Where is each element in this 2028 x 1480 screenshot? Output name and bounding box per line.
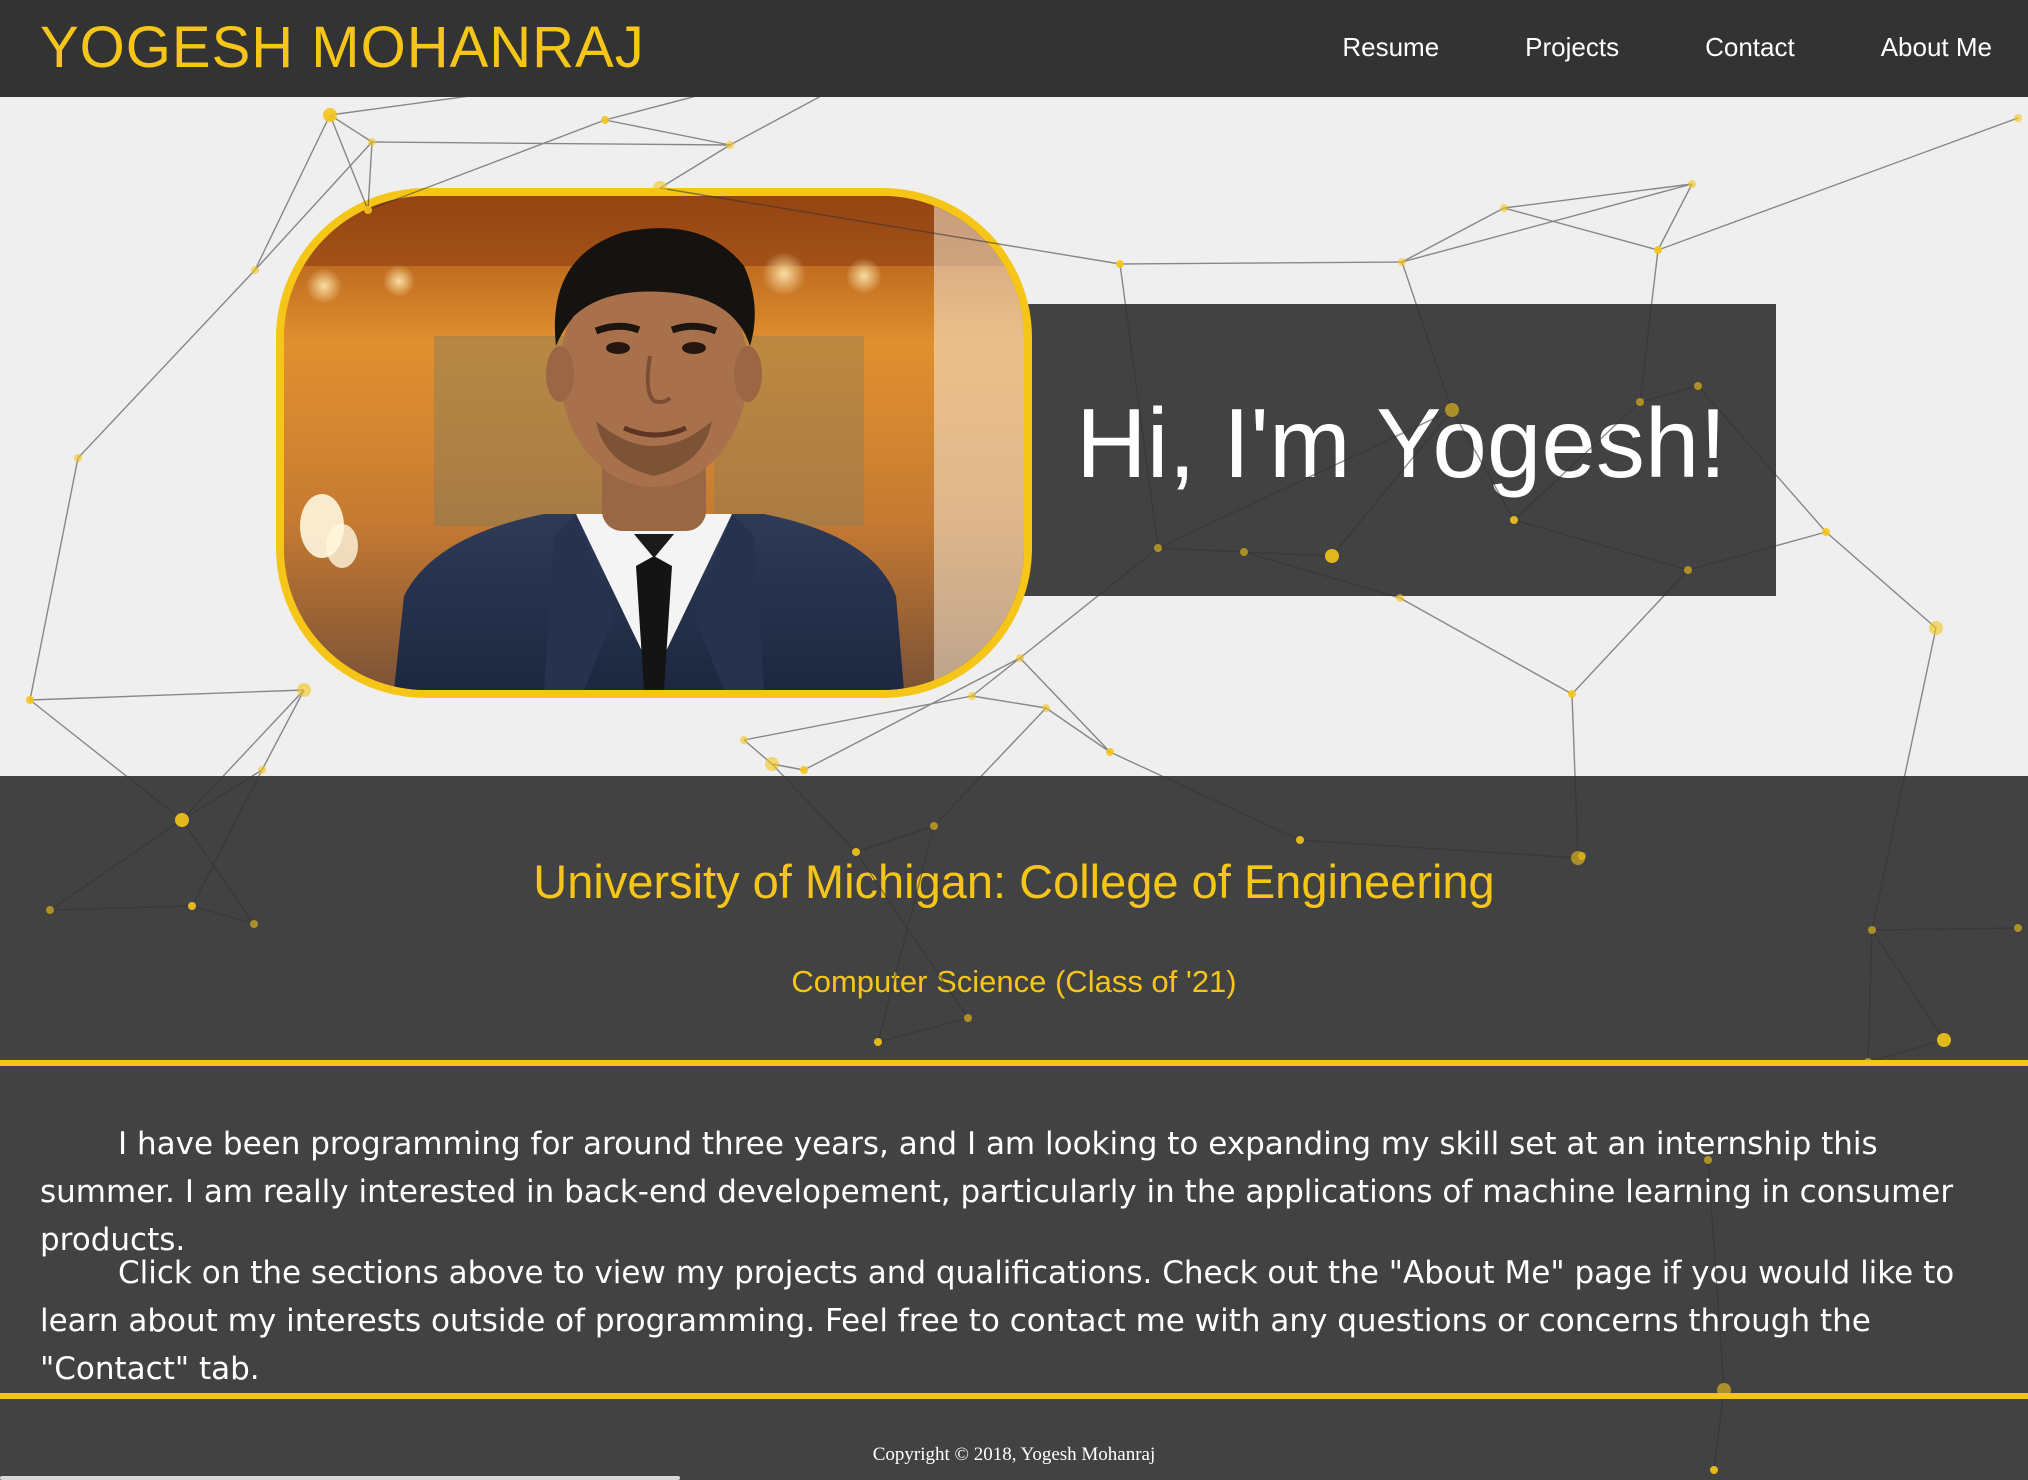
nav-link-resume[interactable]: Resume [1342, 30, 1439, 64]
bio-paragraph: I have been programming for around three… [40, 1126, 1954, 1258]
greeting-box: Hi, I'm Yogesh! [1000, 304, 1776, 596]
page: YOGESH MOHANRAJ Resume Projects Contact … [0, 0, 2028, 1480]
nav-link-contact[interactable]: Contact [1705, 30, 1795, 64]
divider-bottom [0, 1393, 2028, 1399]
greeting-heading: Hi, I'm Yogesh! [1076, 388, 1727, 498]
footer: Copyright © 2018, Yogesh Mohanraj [0, 1399, 2028, 1480]
school-name: University of Michigan: College of Engin… [533, 855, 1495, 908]
nav-links: Resume Projects Contact About Me [1256, 30, 1992, 64]
divider-top [0, 1060, 2028, 1066]
nav-link-about-me[interactable]: About Me [1881, 30, 1992, 64]
bio-section: I have been programming for around three… [0, 1066, 2028, 1393]
hero-section: Hi, I'm Yogesh! [0, 97, 2028, 776]
bio-paragraph: Click on the sections above to view my p… [40, 1255, 1955, 1387]
education-section: University of Michigan: College of Engin… [0, 776, 2028, 1060]
nav-link-projects[interactable]: Projects [1525, 30, 1619, 64]
horizontal-scrollbar[interactable] [0, 1476, 680, 1480]
navbar: YOGESH MOHANRAJ Resume Projects Contact … [0, 0, 2028, 97]
profile-photo [276, 188, 1032, 698]
copyright-text: Copyright © 2018, Yogesh Mohanraj [872, 1444, 1156, 1465]
major-text: Computer Science (Class of '21) [791, 964, 1237, 999]
brand-logo-link[interactable]: YOGESH MOHANRAJ [40, 14, 645, 82]
